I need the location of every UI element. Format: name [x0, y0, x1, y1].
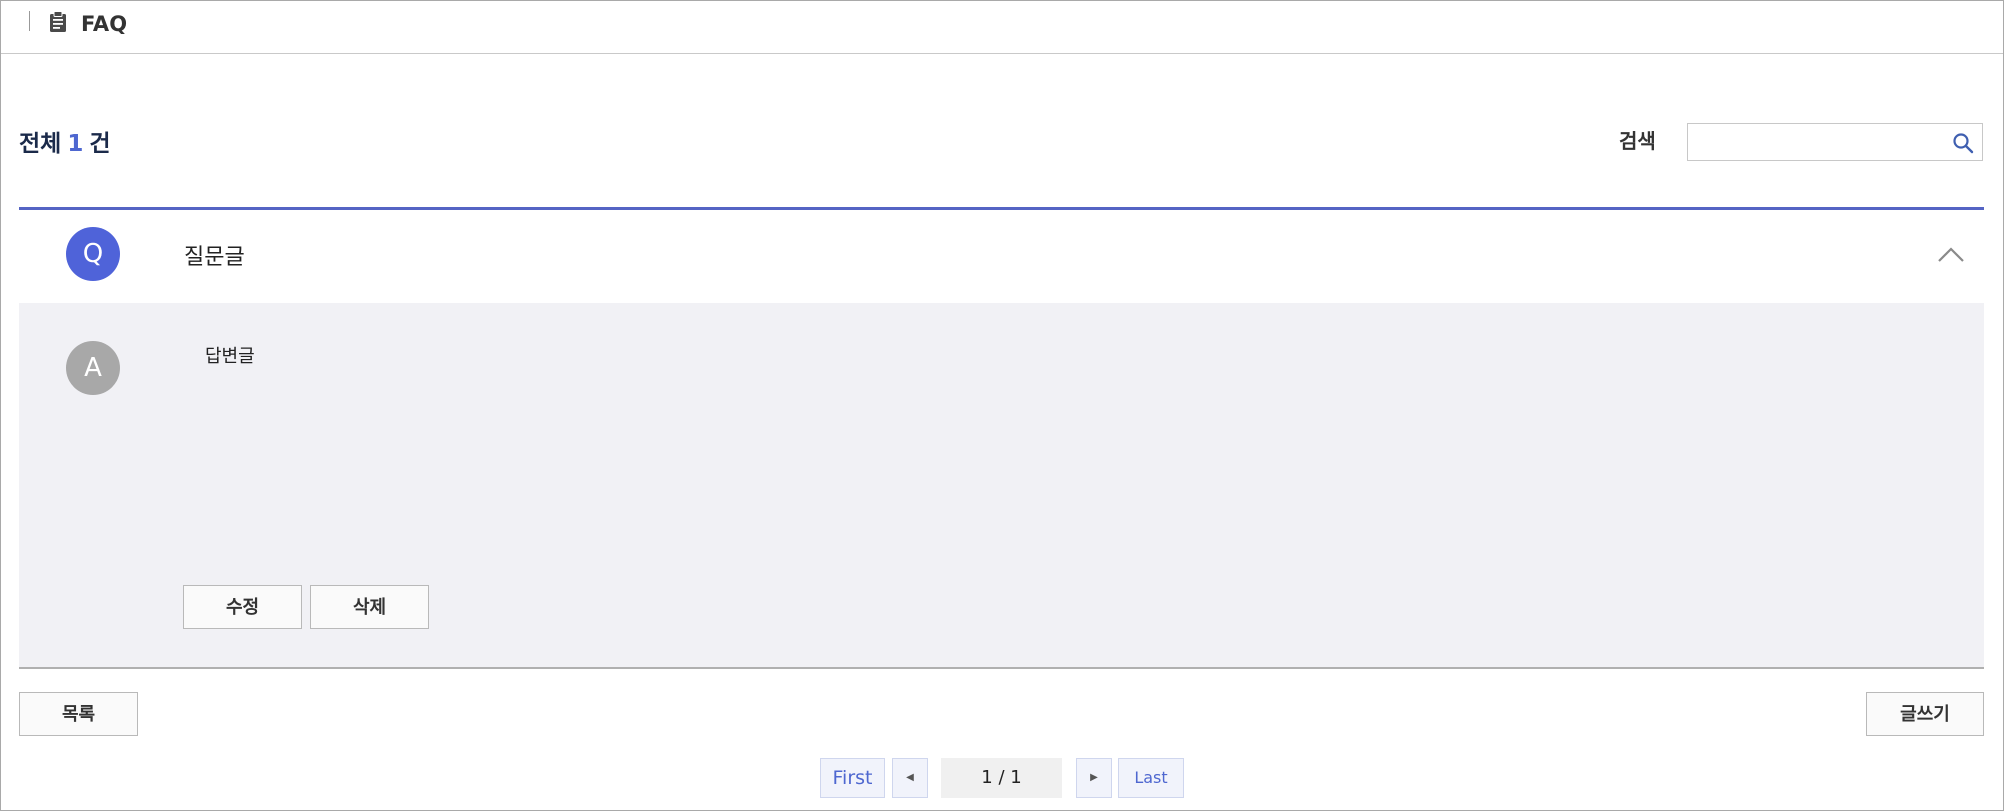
edit-button[interactable]: 수정: [183, 585, 302, 629]
answer-badge: A: [66, 341, 120, 395]
pagination-last[interactable]: Last: [1118, 758, 1184, 798]
faq-page: FAQ 전체 1 건 검색 Q 질문글 A 답변글 수정 삭제 목록 글쓰기 Fir…: [0, 0, 2004, 811]
total-prefix: 전체: [19, 131, 62, 157]
search-input[interactable]: [1688, 124, 1938, 160]
faq-answer-panel: A 답변글 수정 삭제: [19, 303, 1984, 669]
question-badge: Q: [66, 227, 120, 281]
clipboard-icon: [50, 11, 66, 32]
answer-text: 답변글: [205, 346, 255, 367]
question-text: 질문글: [184, 245, 245, 270]
write-button[interactable]: 글쓰기: [1866, 692, 1984, 736]
total-suffix: 건: [89, 131, 111, 157]
search-icon[interactable]: [1952, 132, 1974, 154]
chevron-up-icon[interactable]: [1936, 244, 1966, 264]
search-box: [1687, 123, 1983, 161]
pagination-next[interactable]: ▶: [1076, 758, 1112, 798]
title-bar: FAQ: [1, 1, 2003, 54]
pagination-first[interactable]: First: [820, 758, 885, 798]
page-indicator: 1 / 1: [941, 758, 1062, 798]
faq-question-row[interactable]: Q 질문글: [19, 210, 1984, 304]
list-button[interactable]: 목록: [19, 692, 138, 736]
total-count-summary: 전체 1 건: [19, 129, 111, 159]
delete-button[interactable]: 삭제: [310, 585, 429, 629]
page-title: FAQ: [81, 12, 128, 36]
search-label: 검색: [1619, 129, 1656, 153]
total-count: 1: [67, 131, 84, 157]
pagination-prev[interactable]: ◀: [892, 758, 928, 798]
title-divider: [29, 11, 30, 31]
caret-left-icon: ◀: [906, 772, 914, 783]
caret-right-icon: ▶: [1090, 772, 1098, 783]
